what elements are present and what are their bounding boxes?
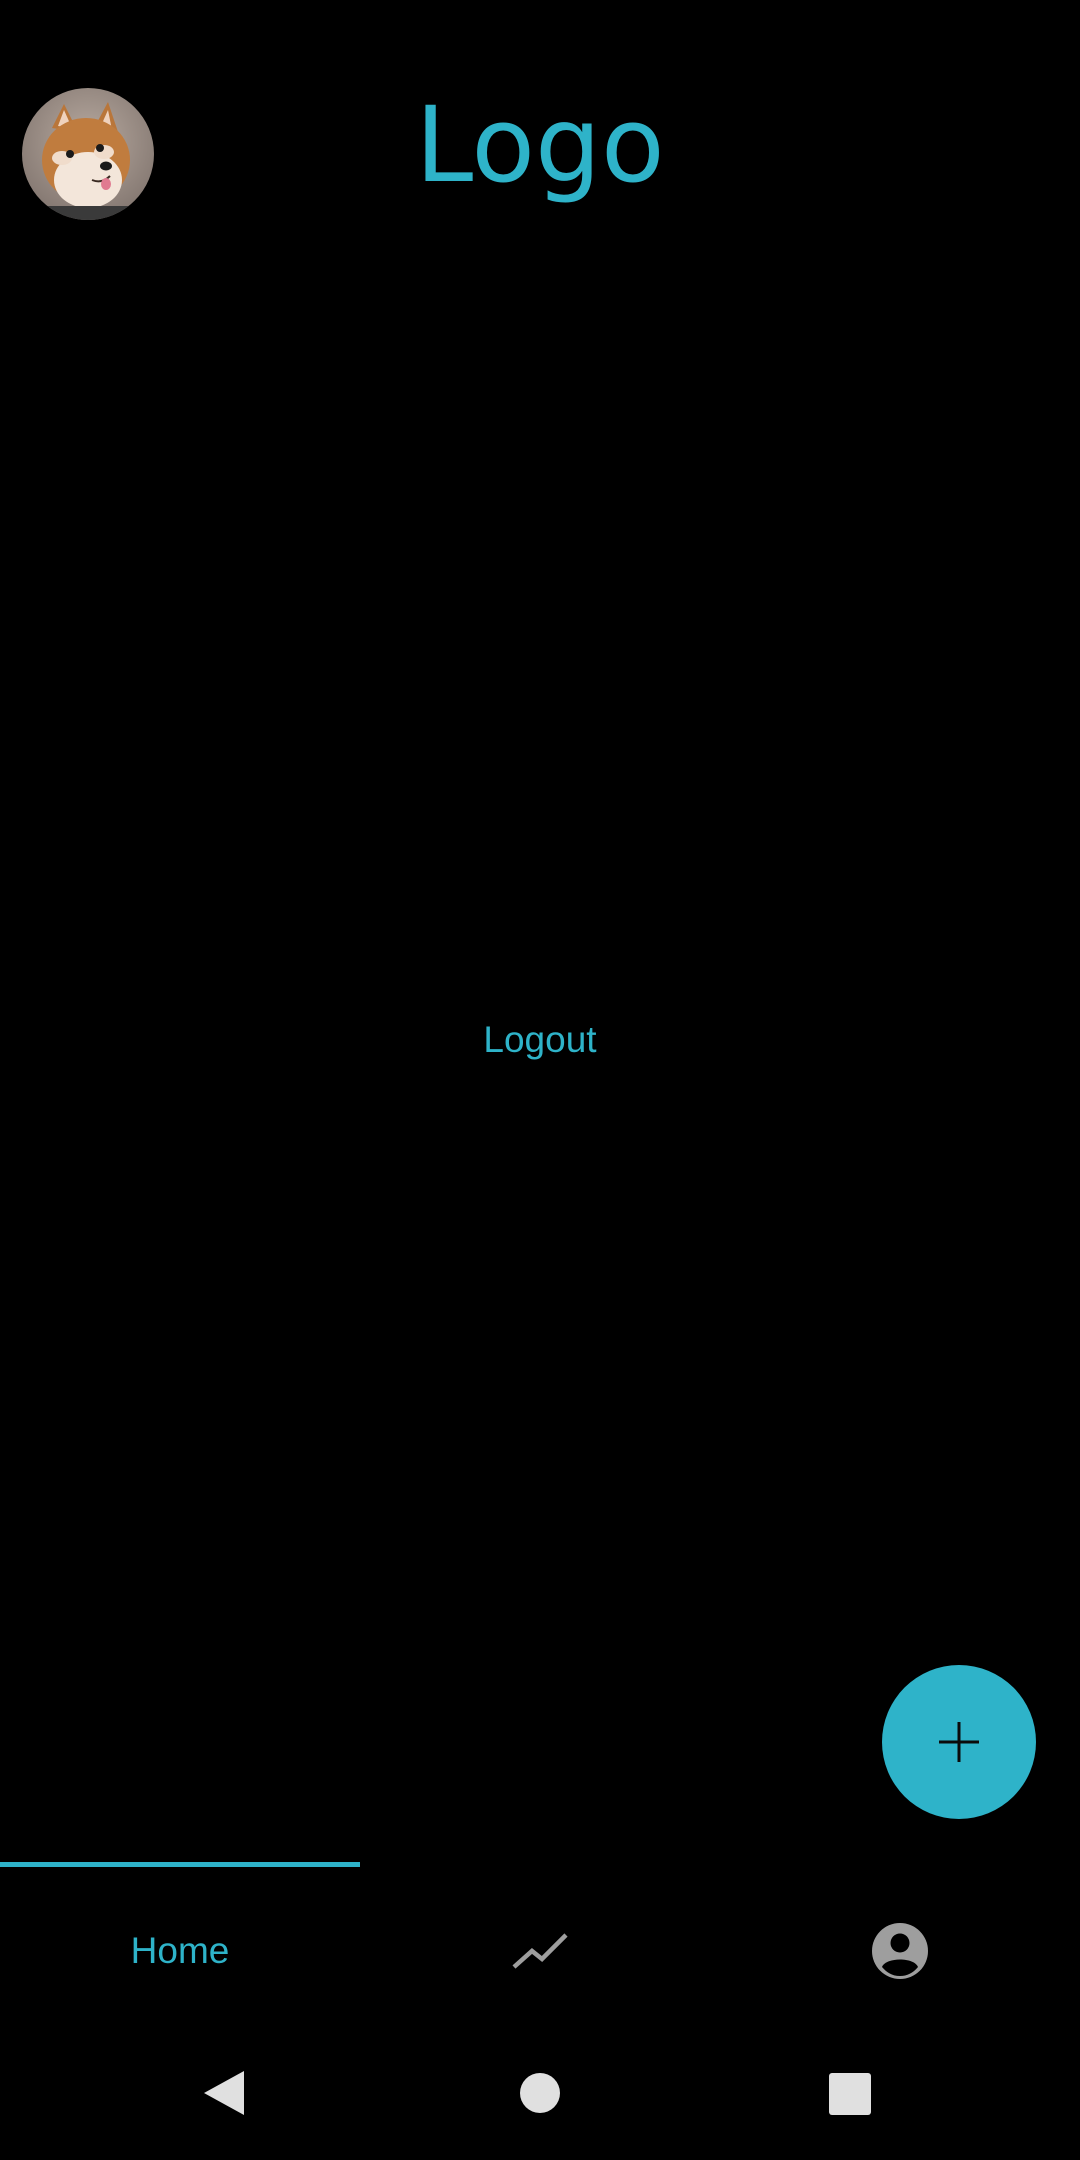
recents-icon[interactable]	[829, 2073, 871, 2120]
app-logo: Logo	[0, 80, 1080, 210]
system-navigation-bar	[0, 2035, 1080, 2160]
home-icon[interactable]	[519, 2072, 561, 2119]
account-circle-icon	[872, 1923, 928, 1979]
tab-home-label: Home	[130, 1930, 230, 1971]
logo-text: Logo	[415, 84, 665, 206]
tab-account[interactable]	[720, 1867, 1080, 2035]
trending-chart-icon	[512, 1933, 568, 1969]
avatar[interactable]	[22, 88, 154, 220]
shiba-inu-profile-photo	[22, 88, 154, 220]
back-icon[interactable]	[202, 2069, 246, 2122]
bottom-navigation: Home	[0, 1867, 1080, 2035]
tab-trends[interactable]	[360, 1867, 720, 2035]
add-fab-button[interactable]	[882, 1665, 1036, 1819]
logout-button[interactable]: Logout	[440, 1010, 640, 1070]
plus-icon	[939, 1722, 979, 1762]
tab-home[interactable]: Home	[0, 1867, 360, 2035]
